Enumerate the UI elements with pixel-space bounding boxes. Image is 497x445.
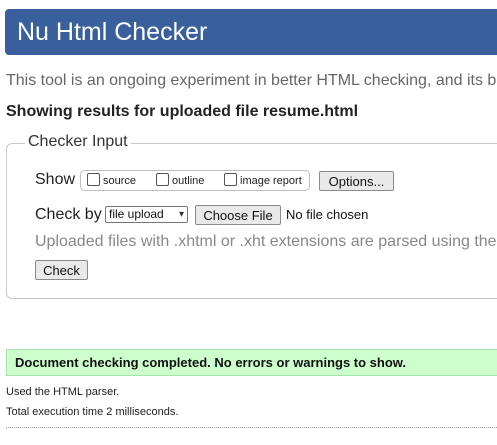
show-outline-checkbox[interactable]: outline — [156, 173, 204, 187]
image-report-option-label: image report — [240, 175, 302, 187]
app-title: Nu Html Checker — [17, 18, 208, 46]
parser-info: Used the HTML parser. — [6, 386, 120, 398]
chevron-down-icon: ▾ — [178, 209, 184, 220]
intro-text: This tool is an ongoing experiment in be… — [6, 72, 497, 89]
image-report-checkbox-box[interactable] — [224, 173, 237, 186]
check-by-select[interactable]: file upload ▾ — [105, 206, 188, 223]
success-message: Document checking completed. No errors o… — [15, 355, 407, 370]
options-button[interactable]: Options... — [319, 171, 394, 191]
checker-input-legend: Checker Input — [25, 133, 131, 151]
results-heading: Showing results for uploaded file resume… — [6, 103, 359, 120]
show-label: Show — [35, 171, 76, 188]
show-options-group: source outline image report — [80, 170, 310, 191]
upload-note: Uploaded files with .xhtml or .xht exten… — [35, 233, 497, 250]
source-checkbox-box[interactable] — [87, 173, 100, 186]
outline-option-label: outline — [172, 175, 205, 187]
check-by-selected-value: file upload — [109, 207, 164, 221]
divider — [6, 427, 497, 428]
check-by-label: Check by — [35, 206, 102, 223]
show-image-report-checkbox[interactable]: image report — [224, 173, 302, 187]
no-file-chosen-text: No file chosen — [286, 207, 369, 222]
check-button[interactable]: Check — [35, 260, 88, 280]
source-option-label: source — [103, 175, 137, 187]
app-header: Nu Html Checker — [5, 9, 497, 55]
show-source-checkbox[interactable]: source — [87, 173, 136, 187]
success-banner: Document checking completed. No errors o… — [6, 349, 497, 376]
execution-time: Total execution time 2 milliseconds. — [6, 406, 179, 418]
outline-checkbox-box[interactable] — [156, 173, 169, 186]
choose-file-button[interactable]: Choose File — [195, 205, 281, 225]
